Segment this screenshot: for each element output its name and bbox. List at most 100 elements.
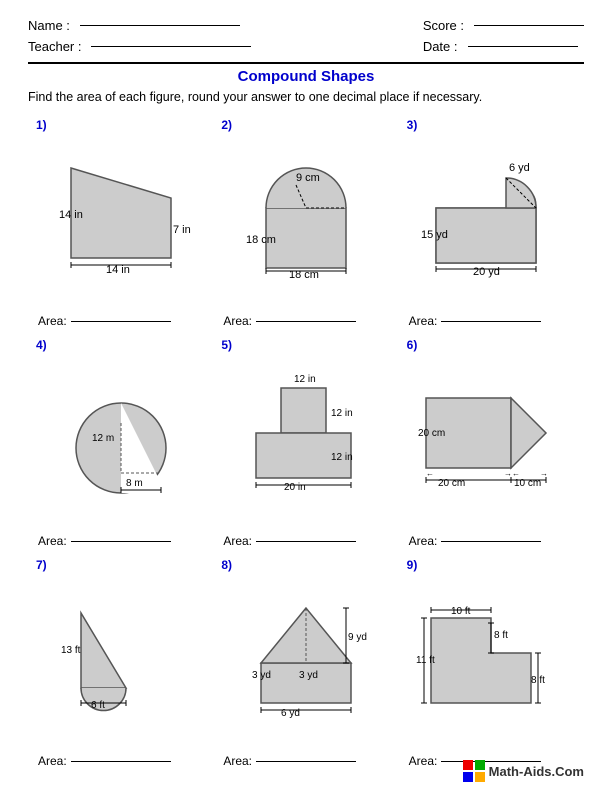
- figure-2: 9 cm 18 cm 18 cm: [219, 126, 392, 310]
- svg-text:9 cm: 9 cm: [296, 172, 320, 184]
- score-label: Score :: [423, 18, 464, 33]
- date-line: [468, 46, 578, 47]
- problem-2: 2) 9 cm 18 cm 18 cm: [213, 112, 398, 332]
- svg-2: 9 cm 18 cm 18 cm: [241, 153, 371, 283]
- teacher-label: Teacher :: [28, 39, 81, 54]
- answer-line-7: [71, 761, 171, 762]
- problem-9-num: 9): [407, 558, 418, 572]
- svg-text:20 in: 20 in: [284, 482, 306, 493]
- problem-3-num: 3): [407, 118, 418, 132]
- answer-line-4: [71, 541, 171, 542]
- page: Name : Teacher : Score : Date : Compound…: [0, 0, 612, 792]
- date-label: Date :: [423, 39, 458, 54]
- svg-text:20 yd: 20 yd: [473, 266, 500, 278]
- problem-8: 8) 9 yd 3 yd 3 yd 6 yd: [213, 552, 398, 772]
- area-label-8: Area:: [223, 754, 252, 768]
- svg-text:←: ←: [426, 469, 434, 478]
- answer-6: Area:: [405, 534, 578, 548]
- svg-text:8 m: 8 m: [126, 478, 143, 489]
- svg-text:8 ft: 8 ft: [494, 630, 508, 641]
- problem-5: 5) 12 in 12 in 12 in 20 in: [213, 332, 398, 552]
- svg-text:10 ft: 10 ft: [451, 606, 471, 617]
- name-row: Name :: [28, 18, 251, 33]
- svg-text:7 in: 7 in: [173, 224, 191, 236]
- svg-text:12 in: 12 in: [331, 452, 353, 463]
- svg-text:12 in: 12 in: [294, 374, 316, 385]
- svg-text:12 in: 12 in: [331, 408, 353, 419]
- svg-6: 20 cm 20 cm 10 cm ← → ← →: [416, 368, 566, 508]
- answer-2: Area:: [219, 314, 392, 328]
- svg-text:6 yd: 6 yd: [509, 162, 530, 174]
- teacher-row: Teacher :: [28, 39, 251, 54]
- right-header: Score : Date :: [423, 18, 584, 54]
- figure-3: 6 yd 15 yd 20 yd: [405, 126, 578, 310]
- figure-1: 14 in 7 in 14 in: [34, 126, 207, 310]
- area-label-3: Area:: [409, 314, 438, 328]
- svg-text:13 ft: 13 ft: [61, 645, 81, 656]
- svg-text:18 cm: 18 cm: [246, 234, 276, 246]
- figure-4: 12 m 8 m: [34, 346, 207, 530]
- score-line: [474, 25, 584, 26]
- svg-text:11 ft: 11 ft: [416, 655, 435, 666]
- answer-line-1: [71, 321, 171, 322]
- figure-8: 9 yd 3 yd 3 yd 6 yd: [219, 566, 392, 750]
- problem-1-num: 1): [36, 118, 47, 132]
- header: Name : Teacher : Score : Date :: [28, 18, 584, 54]
- date-row: Date :: [423, 39, 584, 54]
- problem-7-num: 7): [36, 558, 47, 572]
- problem-6-num: 6): [407, 338, 418, 352]
- svg-text:3 yd: 3 yd: [252, 670, 271, 681]
- answer-line-6: [441, 541, 541, 542]
- problem-7: 7) 13 ft 6 ft Area:: [28, 552, 213, 772]
- svg-7: 13 ft 6 ft: [56, 588, 186, 728]
- svg-3: 6 yd 15 yd 20 yd: [421, 153, 561, 283]
- footer-text: Math-Aids.Com: [489, 764, 584, 779]
- problem-8-num: 8): [221, 558, 232, 572]
- answer-4: Area:: [34, 534, 207, 548]
- answer-8: Area:: [219, 754, 392, 768]
- answer-line-8: [256, 761, 356, 762]
- svg-text:6 ft: 6 ft: [91, 700, 105, 711]
- answer-line-2: [256, 321, 356, 322]
- area-label-4: Area:: [38, 534, 67, 548]
- problems-grid: 1) 14 in 7 in 14 in Area:: [28, 112, 584, 772]
- figure-5: 12 in 12 in 12 in 20 in: [219, 346, 392, 530]
- svg-text:→: →: [504, 469, 512, 478]
- left-header: Name : Teacher :: [28, 18, 251, 54]
- teacher-line: [91, 46, 251, 47]
- area-label-6: Area:: [409, 534, 438, 548]
- svg-text:←: ←: [512, 469, 520, 478]
- svg-9: 10 ft 8 ft 11 ft 8 ft: [416, 588, 566, 728]
- answer-3: Area:: [405, 314, 578, 328]
- problem-4-num: 4): [36, 338, 47, 352]
- answer-5: Area:: [219, 534, 392, 548]
- area-label-1: Area:: [38, 314, 67, 328]
- area-label-9: Area:: [409, 754, 438, 768]
- score-row: Score :: [423, 18, 584, 33]
- svg-text:20 cm: 20 cm: [418, 428, 445, 439]
- instructions: Find the area of each figure, round your…: [28, 90, 584, 104]
- footer: Math-Aids.Com: [463, 760, 584, 782]
- svg-text:3 yd: 3 yd: [299, 670, 318, 681]
- figure-7: 13 ft 6 ft: [34, 566, 207, 750]
- problem-9: 9) 10 ft 8 ft 11 ft: [399, 552, 584, 772]
- header-divider: [28, 62, 584, 64]
- answer-7: Area:: [34, 754, 207, 768]
- name-line: [80, 25, 240, 26]
- problem-4: 4) 12 m 8 m: [28, 332, 213, 552]
- answer-1: Area:: [34, 314, 207, 328]
- area-label-2: Area:: [223, 314, 252, 328]
- svg-1: 14 in 7 in 14 in: [51, 153, 191, 283]
- svg-5: 12 in 12 in 12 in 20 in: [236, 368, 376, 508]
- svg-text:15 yd: 15 yd: [421, 229, 448, 241]
- area-label-7: Area:: [38, 754, 67, 768]
- problem-3: 3) 6 yd 15 yd 20 yd: [399, 112, 584, 332]
- answer-line-3: [441, 321, 541, 322]
- math-aids-logo-icon: [463, 760, 485, 782]
- problem-5-num: 5): [221, 338, 232, 352]
- problem-2-num: 2): [221, 118, 232, 132]
- svg-text:→: →: [540, 469, 548, 478]
- figure-6: 20 cm 20 cm 10 cm ← → ← →: [405, 346, 578, 530]
- svg-4: 12 m 8 m: [56, 368, 186, 508]
- svg-text:9 yd: 9 yd: [348, 632, 367, 643]
